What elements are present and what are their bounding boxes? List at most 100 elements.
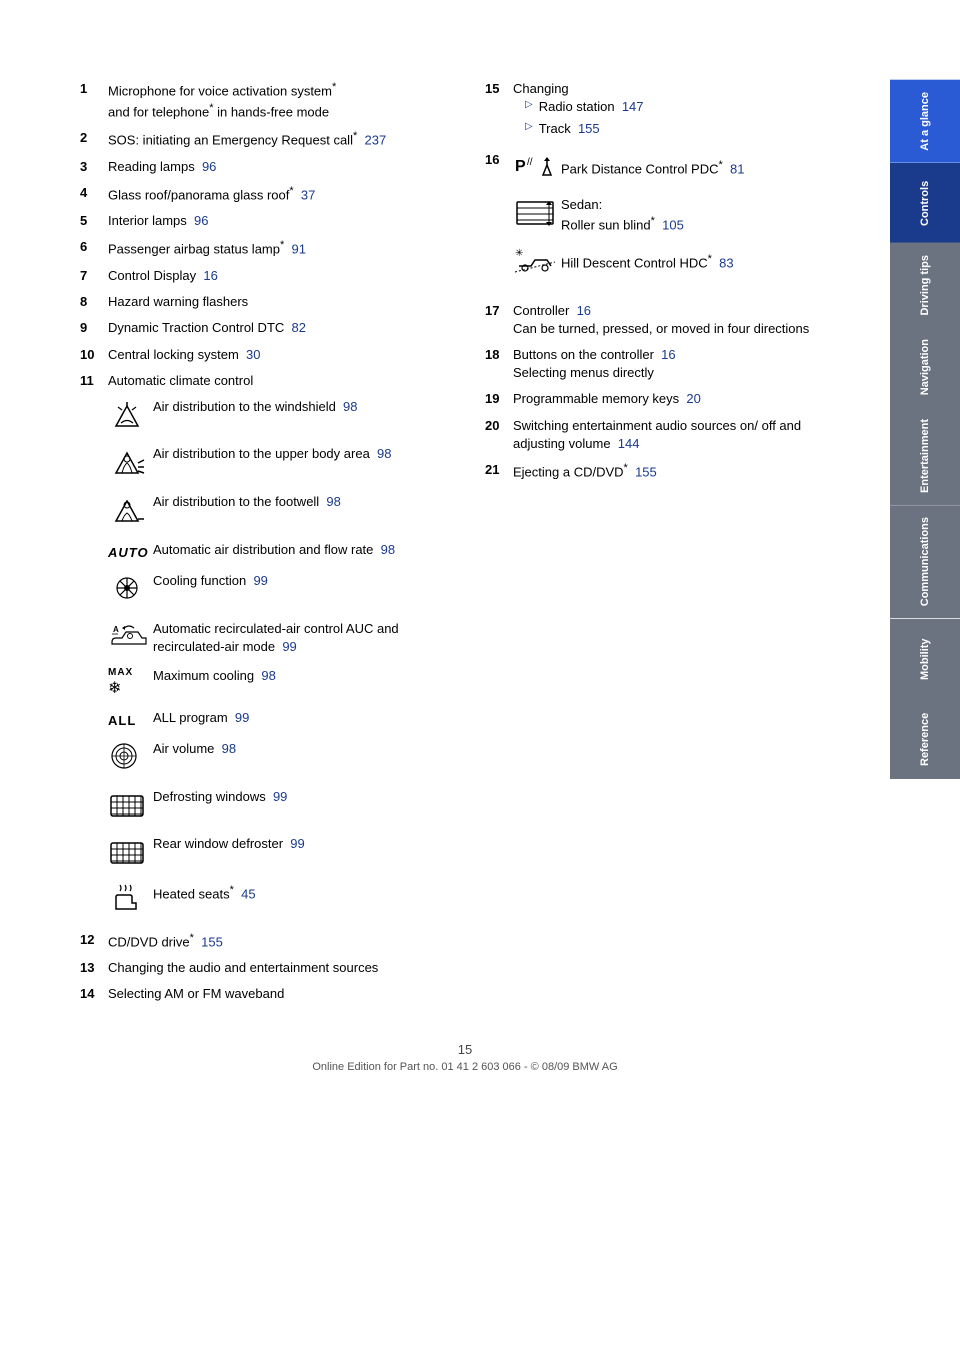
page-link[interactable]: 91 xyxy=(292,242,306,257)
climate-item: Rear window defroster 99 xyxy=(108,835,445,873)
sidebar-tab-communications[interactable]: Communications xyxy=(890,505,960,618)
item-number: 15 xyxy=(485,80,513,98)
item-text: Controller 16 Can be turned, pressed, or… xyxy=(513,302,850,338)
climate-section: Air distribution to the windshield 98 xyxy=(108,398,445,921)
page-link[interactable]: 96 xyxy=(194,213,208,228)
sidebar-tab-navigation[interactable]: Navigation xyxy=(890,327,960,407)
list-item: 19 Programmable memory keys 20 xyxy=(485,390,850,408)
item-text: Reading lamps 96 xyxy=(108,158,445,176)
item-text: Automatic climate control xyxy=(108,372,445,390)
item-text: Central locking system 30 xyxy=(108,346,445,364)
item-number: 3 xyxy=(80,158,108,176)
page-link[interactable]: 30 xyxy=(246,347,260,362)
climate-item-text: ALL program 99 xyxy=(153,709,445,727)
page-link[interactable]: 82 xyxy=(292,320,306,335)
climate-item: Air volume 98 xyxy=(108,740,445,778)
item-number: 6 xyxy=(80,238,108,256)
page-link[interactable]: 98 xyxy=(381,542,395,557)
climate-item: Heated seats* 45 xyxy=(108,883,445,921)
page-link[interactable]: 98 xyxy=(222,741,236,756)
page-link[interactable]: 144 xyxy=(618,436,640,451)
svg-text:✳: ✳ xyxy=(515,248,523,259)
list-item: 12 CD/DVD drive* 155 xyxy=(80,931,445,952)
climate-item-text: Air volume 98 xyxy=(153,740,445,758)
page-link[interactable]: 81 xyxy=(730,161,744,176)
list-item: 15 Changing ▷ Radio station 147 ▷ Track … xyxy=(485,80,850,143)
page-link[interactable]: 96 xyxy=(202,159,216,174)
pdc-item: P // Park Distance Control PDC* 81 xyxy=(513,151,744,186)
page-link[interactable]: 155 xyxy=(578,121,600,136)
item-number: 19 xyxy=(485,390,513,408)
air-volume-icon xyxy=(108,740,153,778)
list-item: 17 Controller 16 Can be turned, pressed,… xyxy=(485,302,850,338)
recirculated-icon: A xyxy=(108,620,153,658)
page-link[interactable]: 20 xyxy=(686,391,700,406)
item-number: 18 xyxy=(485,346,513,364)
upper-body-icon xyxy=(108,445,153,483)
page-link[interactable]: 98 xyxy=(343,399,357,414)
sidebar-tab-controls[interactable]: Controls xyxy=(890,163,960,243)
item-number: 7 xyxy=(80,267,108,285)
footwell-icon xyxy=(108,493,153,531)
page-link[interactable]: 98 xyxy=(377,446,391,461)
page-link[interactable]: 237 xyxy=(364,132,386,147)
page-link[interactable]: 99 xyxy=(235,710,249,725)
item-text: Changing ▷ Radio station 147 ▷ Track 155 xyxy=(513,80,850,143)
sidebar-tab-at-glance[interactable]: At a glance xyxy=(890,80,960,163)
item-number: 14 xyxy=(80,985,108,1003)
climate-item-text: Cooling function 99 xyxy=(153,572,445,590)
climate-item: Defrosting windows 99 xyxy=(108,788,445,826)
page-link[interactable]: 16 xyxy=(661,347,675,362)
climate-item-text: Maximum cooling 98 xyxy=(153,667,445,685)
page-link[interactable]: 155 xyxy=(201,934,223,949)
list-item: 4 Glass roof/panorama glass roof* 37 xyxy=(80,184,445,205)
page-link[interactable]: 105 xyxy=(662,217,684,232)
climate-item-text: Air distribution to the windshield 98 xyxy=(153,398,445,416)
page-link[interactable]: 99 xyxy=(290,836,304,851)
page-link[interactable]: 99 xyxy=(282,639,296,654)
climate-item-text: Automatic recirculated-air control AUC a… xyxy=(153,620,445,656)
sedan-item: Sedan:Roller sun blind* 105 xyxy=(513,196,744,235)
item-number: 17 xyxy=(485,302,513,320)
sidebar-tab-reference[interactable]: Reference xyxy=(890,699,960,779)
sub-item: ▷ Track 155 xyxy=(525,120,850,138)
item-text: Microphone for voice activation system* … xyxy=(108,80,445,121)
sidebar-tab-driving[interactable]: Driving tips xyxy=(890,243,960,328)
page-link[interactable]: 147 xyxy=(622,99,644,114)
sidebar-tab-mobility[interactable]: Mobility xyxy=(890,619,960,699)
climate-item: Air distribution to the windshield 98 xyxy=(108,398,445,436)
footnote-text: Online Edition for Part no. 01 41 2 603 … xyxy=(312,1061,617,1073)
page-link[interactable]: 155 xyxy=(635,464,657,479)
cooling-icon xyxy=(108,572,153,610)
list-item: 16 P // xyxy=(485,151,850,290)
item-number: 2 xyxy=(80,129,108,147)
page-link[interactable]: 83 xyxy=(719,255,733,270)
climate-item: ALL ALL program 99 xyxy=(108,709,445,731)
item-number: 5 xyxy=(80,212,108,230)
page-link[interactable]: 16 xyxy=(203,268,217,283)
climate-item-text: Rear window defroster 99 xyxy=(153,835,445,853)
page-link[interactable]: 99 xyxy=(253,573,267,588)
sidebar-tab-entertainment[interactable]: Entertainment xyxy=(890,407,960,505)
page-number: 15 xyxy=(458,1042,472,1057)
item-number: 21 xyxy=(485,461,513,479)
page-link[interactable]: 45 xyxy=(241,886,255,901)
climate-item: MAX ❄ Maximum cooling 98 xyxy=(108,667,445,698)
item-text: SOS: initiating an Emergency Request cal… xyxy=(108,129,445,150)
sedan-icon xyxy=(513,198,561,233)
page-link[interactable]: 99 xyxy=(273,789,287,804)
rear-defroster-icon xyxy=(108,835,153,873)
list-item: 1 Microphone for voice activation system… xyxy=(80,80,445,121)
item-number: 10 xyxy=(80,346,108,364)
page-link[interactable]: 98 xyxy=(326,494,340,509)
item-text: Buttons on the controller 16 Selecting m… xyxy=(513,346,850,382)
page-link[interactable]: 16 xyxy=(577,303,591,318)
page-link[interactable]: 98 xyxy=(261,668,275,683)
page-link[interactable]: 37 xyxy=(301,187,315,202)
list-item: 14 Selecting AM or FM waveband xyxy=(80,985,445,1003)
item-text: Selecting AM or FM waveband xyxy=(108,985,445,1003)
windshield-icon xyxy=(108,398,153,436)
sub-item-text: Radio station 147 xyxy=(539,98,644,116)
item-number: 1 xyxy=(80,80,108,98)
sub-item: ▷ Radio station 147 xyxy=(525,98,850,116)
